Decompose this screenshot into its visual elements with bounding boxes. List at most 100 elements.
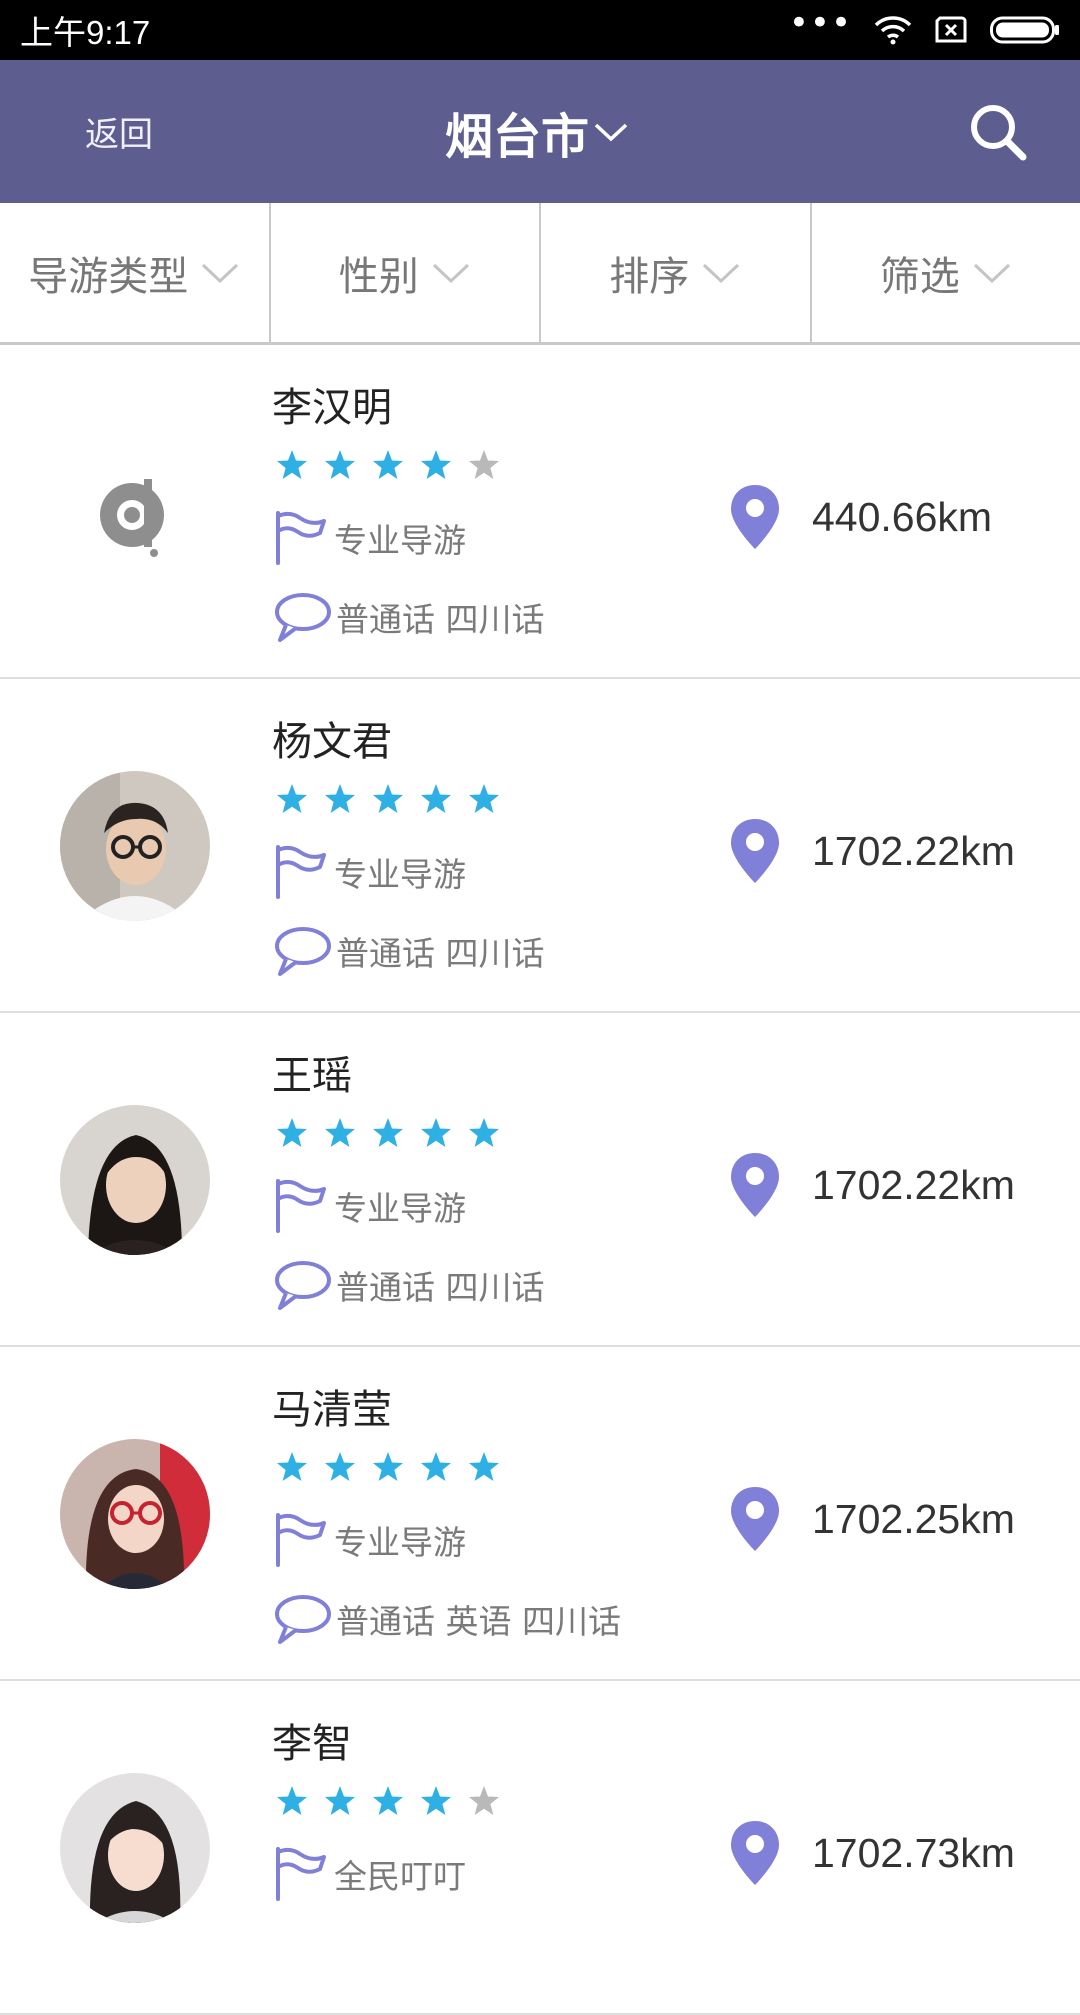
distance-label: 1702.22km	[812, 1162, 1015, 1209]
chevron-down-icon	[200, 261, 240, 285]
star-filled-icon	[276, 1785, 308, 1821]
guide-name: 马清莹	[272, 1377, 392, 1435]
guide-languages-label: 普通话 四川话	[336, 1261, 545, 1309]
location-pin-icon	[728, 1819, 782, 1887]
guide-name: 王瑶	[272, 1043, 352, 1101]
guide-type: 专业导游	[272, 509, 466, 567]
star-filled-icon	[468, 1117, 500, 1153]
star-filled-icon	[324, 1451, 356, 1487]
distance-label: 1702.25km	[812, 1496, 1015, 1543]
guide-languages-label: 普通话 四川话	[336, 593, 545, 641]
distance: 1702.25km	[728, 1485, 1015, 1553]
guide-row-1[interactable]: 杨文君 专业导游 普通话 四川话 1702.22km	[0, 679, 1080, 1013]
filter-label: 排序	[609, 244, 689, 302]
star-filled-icon	[276, 449, 308, 485]
star-filled-icon	[324, 783, 356, 819]
speech-bubble-icon	[272, 1258, 332, 1312]
guide-type: 专业导游	[272, 1177, 466, 1235]
location-pin-icon	[728, 483, 782, 551]
more-dots-icon: •••	[789, 6, 852, 40]
guide-type-label: 专业导游	[334, 514, 466, 562]
avatar	[60, 1439, 210, 1589]
chevron-down-icon	[701, 261, 741, 285]
status-time: 上午9:17	[20, 6, 150, 54]
star-filled-icon	[276, 783, 308, 819]
guide-type: 专业导游	[272, 843, 466, 901]
location-pin-icon	[728, 817, 782, 885]
star-filled-icon	[420, 783, 452, 819]
guide-row-0[interactable]: 李汉明 专业导游 普通话 四川话 440.66km	[0, 345, 1080, 679]
star-empty-icon	[468, 1785, 500, 1821]
rating-stars	[276, 1117, 500, 1153]
wifi-icon	[874, 15, 912, 45]
battery-icon	[990, 15, 1060, 45]
star-filled-icon	[324, 1785, 356, 1821]
filter-guide-type[interactable]: 导游类型	[0, 203, 271, 342]
distance-label: 1702.73km	[812, 1830, 1015, 1877]
chevron-down-icon	[431, 261, 471, 285]
speech-bubble-icon	[272, 1592, 332, 1646]
guide-languages: 普通话 四川话	[272, 1258, 545, 1312]
guide-type: 全民叮叮	[272, 1845, 466, 1903]
distance: 1702.22km	[728, 817, 1015, 885]
star-filled-icon	[372, 449, 404, 485]
city-selector[interactable]: 烟台市	[445, 97, 629, 167]
star-filled-icon	[372, 1785, 404, 1821]
flag-icon	[272, 843, 330, 901]
guide-type-label: 专业导游	[334, 1516, 466, 1564]
flag-icon	[272, 1177, 330, 1235]
guide-type: 专业导游	[272, 1511, 466, 1569]
guide-name: 李智	[272, 1711, 352, 1769]
rating-stars	[276, 783, 500, 819]
star-filled-icon	[420, 1117, 452, 1153]
filter-label: 性别	[339, 244, 419, 302]
flag-icon	[272, 1845, 330, 1903]
guide-languages: 普通话 英语 四川话	[272, 1592, 621, 1646]
flag-icon	[272, 509, 330, 567]
guide-languages-label: 普通话 四川话	[336, 927, 545, 975]
guide-languages: 普通话 四川话	[272, 924, 545, 978]
sim-x-icon	[934, 16, 968, 44]
filter-screen[interactable]: 筛选	[812, 203, 1080, 342]
guide-name: 杨文君	[272, 709, 392, 767]
speech-bubble-icon	[272, 924, 332, 978]
search-icon[interactable]	[966, 100, 1030, 164]
star-filled-icon	[372, 1451, 404, 1487]
guide-row-4[interactable]: 李智 全民叮叮 1702.73km	[0, 1681, 1080, 2015]
guide-list: 李汉明 专业导游 普通话 四川话 440.66km 杨文君	[0, 345, 1080, 2015]
city-title: 烟台市	[445, 97, 589, 167]
avatar	[60, 1105, 210, 1255]
rating-stars	[276, 449, 500, 485]
star-filled-icon	[468, 1451, 500, 1487]
chevron-down-icon	[593, 120, 629, 144]
guide-languages-label: 普通话 英语 四川话	[336, 1595, 621, 1643]
guide-type-label: 专业导游	[334, 1182, 466, 1230]
back-button[interactable]: 返回	[85, 107, 153, 156]
filter-gender[interactable]: 性别	[271, 203, 542, 342]
guide-row-3[interactable]: 马清莹 专业导游 普通话 英语 四川话 1702.25km	[0, 1347, 1080, 1681]
avatar	[60, 437, 210, 587]
filter-label: 导游类型	[28, 244, 188, 302]
distance: 1702.73km	[728, 1819, 1015, 1887]
star-filled-icon	[324, 1117, 356, 1153]
distance-label: 440.66km	[812, 494, 992, 541]
guide-type-label: 全民叮叮	[334, 1850, 466, 1898]
guide-name: 李汉明	[272, 375, 392, 433]
app-header: 返回 烟台市	[0, 60, 1080, 203]
distance: 440.66km	[728, 483, 992, 551]
guide-languages: 普通话 四川话	[272, 590, 545, 644]
star-filled-icon	[276, 1117, 308, 1153]
star-filled-icon	[420, 1451, 452, 1487]
location-pin-icon	[728, 1151, 782, 1219]
filter-bar: 导游类型 性别 排序 筛选	[0, 203, 1080, 345]
status-icons: •••	[789, 15, 1060, 45]
guide-row-2[interactable]: 王瑶 专业导游 普通话 四川话 1702.22km	[0, 1013, 1080, 1347]
filter-sort[interactable]: 排序	[541, 203, 812, 342]
status-bar: 上午9:17 •••	[0, 0, 1080, 60]
star-filled-icon	[420, 449, 452, 485]
chevron-down-icon	[972, 261, 1012, 285]
location-pin-icon	[728, 1485, 782, 1553]
avatar	[60, 771, 210, 921]
star-filled-icon	[468, 783, 500, 819]
star-filled-icon	[324, 449, 356, 485]
